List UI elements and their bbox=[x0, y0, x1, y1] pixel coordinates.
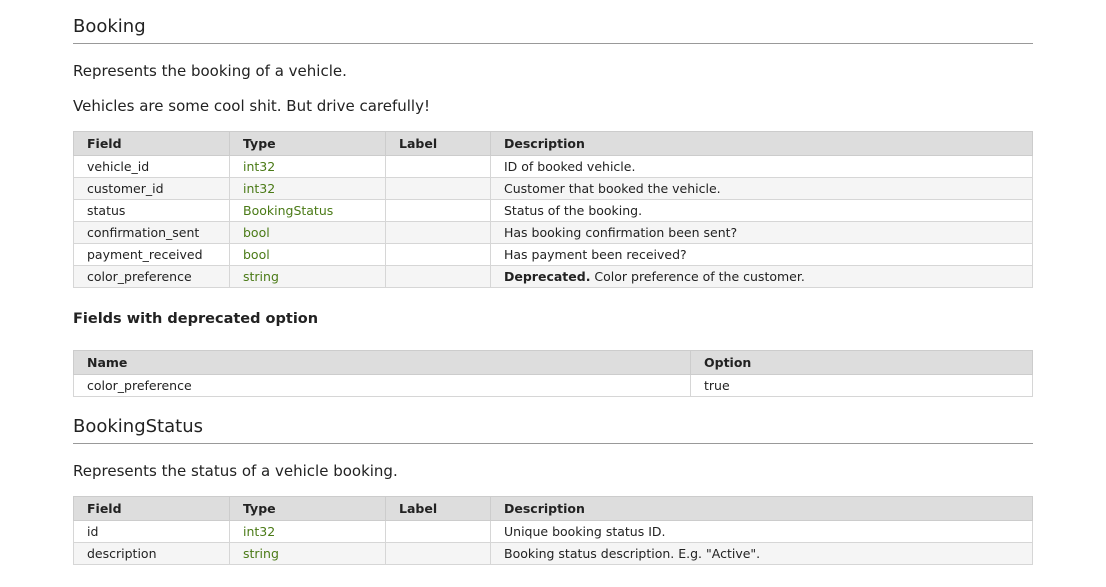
field-description-text: Color preference of the customer. bbox=[590, 269, 805, 284]
table-header-row: Field Type Label Description bbox=[73, 131, 1033, 156]
option-field-name: color_preference bbox=[73, 374, 691, 397]
column-header-type: Type bbox=[229, 131, 386, 156]
column-header-type: Type bbox=[229, 496, 386, 521]
booking-status-fields-table: Field Type Label Description id int32 Un… bbox=[73, 496, 1033, 565]
field-description: Booking status description. E.g. "Active… bbox=[490, 542, 1033, 565]
field-type-link: bool bbox=[229, 221, 386, 244]
column-header-name: Name bbox=[73, 350, 691, 375]
page: Booking Represents the booking of a vehi… bbox=[0, 0, 1106, 587]
table-row: id int32 Unique booking status ID. bbox=[73, 520, 1033, 543]
field-type-link: string bbox=[229, 542, 386, 565]
booking-description-2: Vehicles are some cool shit. But drive c… bbox=[73, 97, 430, 115]
field-name: color_preference bbox=[73, 265, 230, 288]
field-type-link: bool bbox=[229, 243, 386, 266]
column-header-description: Description bbox=[490, 131, 1033, 156]
field-label bbox=[385, 542, 491, 565]
deprecated-options-table: Name Option color_preference true bbox=[73, 350, 1033, 397]
table-header-row: Field Type Label Description bbox=[73, 496, 1033, 521]
table-header-row: Name Option bbox=[73, 350, 1033, 375]
column-header-field: Field bbox=[73, 131, 230, 156]
field-label bbox=[385, 265, 491, 288]
field-label bbox=[385, 520, 491, 543]
booking-status-heading: BookingStatus bbox=[73, 416, 1033, 444]
field-type-link: string bbox=[229, 265, 386, 288]
column-header-option: Option bbox=[690, 350, 1033, 375]
field-name: description bbox=[73, 542, 230, 565]
column-header-label: Label bbox=[385, 496, 491, 521]
table-row: status BookingStatus Status of the booki… bbox=[73, 199, 1033, 222]
booking-fields-table: Field Type Label Description vehicle_id … bbox=[73, 131, 1033, 288]
field-label bbox=[385, 243, 491, 266]
booking-heading: Booking bbox=[73, 16, 1033, 44]
deprecated-marker: Deprecated. bbox=[504, 269, 591, 284]
table-row: customer_id int32 Customer that booked t… bbox=[73, 177, 1033, 200]
table-row: color_preference true bbox=[73, 374, 1033, 397]
field-description: Has payment been received? bbox=[490, 243, 1033, 266]
field-type-link[interactable]: BookingStatus bbox=[229, 199, 386, 222]
table-row: vehicle_id int32 ID of booked vehicle. bbox=[73, 155, 1033, 178]
field-type-link: int32 bbox=[229, 177, 386, 200]
field-type-link: int32 bbox=[229, 155, 386, 178]
booking-status-description: Represents the status of a vehicle booki… bbox=[73, 462, 398, 480]
field-label bbox=[385, 221, 491, 244]
field-name: confirmation_sent bbox=[73, 221, 230, 244]
field-description: Unique booking status ID. bbox=[490, 520, 1033, 543]
table-row: color_preference string Deprecated. Colo… bbox=[73, 265, 1033, 288]
column-header-field: Field bbox=[73, 496, 230, 521]
field-description: Customer that booked the vehicle. bbox=[490, 177, 1033, 200]
column-header-label: Label bbox=[385, 131, 491, 156]
field-name: payment_received bbox=[73, 243, 230, 266]
field-label bbox=[385, 199, 491, 222]
field-name: id bbox=[73, 520, 230, 543]
deprecated-options-heading: Fields with deprecated option bbox=[73, 311, 319, 327]
field-description: Status of the booking. bbox=[490, 199, 1033, 222]
field-description: Deprecated. Color preference of the cust… bbox=[490, 265, 1033, 288]
booking-description-1: Represents the booking of a vehicle. bbox=[73, 62, 347, 80]
field-label bbox=[385, 177, 491, 200]
column-header-description: Description bbox=[490, 496, 1033, 521]
doc-content: Booking Represents the booking of a vehi… bbox=[73, 0, 1033, 565]
table-row: description string Booking status descri… bbox=[73, 542, 1033, 565]
field-name: customer_id bbox=[73, 177, 230, 200]
field-name: status bbox=[73, 199, 230, 222]
field-name: vehicle_id bbox=[73, 155, 230, 178]
field-description: Has booking confirmation been sent? bbox=[490, 221, 1033, 244]
table-row: payment_received bool Has payment been r… bbox=[73, 243, 1033, 266]
field-type-link: int32 bbox=[229, 520, 386, 543]
field-label bbox=[385, 155, 491, 178]
table-row: confirmation_sent bool Has booking confi… bbox=[73, 221, 1033, 244]
field-description: ID of booked vehicle. bbox=[490, 155, 1033, 178]
option-value: true bbox=[690, 374, 1033, 397]
